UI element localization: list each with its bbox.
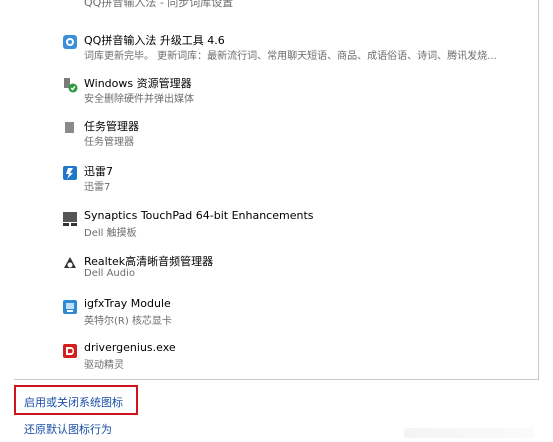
- item-subtitle: Dell Audio: [84, 268, 136, 279]
- item-subtitle: 英特尔(R) 核芯显卡: [84, 316, 172, 327]
- item-title: drivergenius.exe: [84, 341, 176, 354]
- item-title: QQ拼音输入法 升级工具 4.6: [84, 34, 225, 47]
- item-title: igfxTray Module: [84, 297, 171, 310]
- item-subtitle: 词库更新完毕。 更新词库：最新流行词、常用聊天短语、商品、成语俗语、诗词、腾讯发…: [84, 51, 497, 62]
- realtek-audio-icon: [62, 255, 78, 271]
- item-title: 迅雷7: [84, 165, 113, 178]
- intel-graphics-icon: [62, 299, 78, 315]
- task-manager-icon: [62, 120, 78, 136]
- item-title: 任务管理器: [84, 120, 139, 133]
- item-subtitle: 迅雷7: [84, 182, 111, 193]
- list-item[interactable]: Synaptics TouchPad 64-bit Enhancements D…: [14, 209, 538, 249]
- list-item[interactable]: 任务管理器 任务管理器: [14, 118, 538, 158]
- driver-genius-icon: [62, 343, 78, 359]
- item-subtitle: 安全删除硬件并弹出媒体: [84, 94, 194, 105]
- touchpad-icon: [62, 211, 78, 227]
- list-item[interactable]: QQ拼音输入法 升级工具 4.6 词库更新完毕。 更新词库：最新流行词、常用聊天…: [14, 32, 538, 72]
- xunlei-icon: [62, 165, 78, 181]
- restore-default-icon-behavior-link[interactable]: 还原默认图标行为: [24, 421, 112, 437]
- notification-icons-list: QQ拼音输入法 - 同步词库设置 QQ拼音输入法 升级工具 4.6 词库更新完毕…: [14, 0, 539, 380]
- list-item[interactable]: drivergenius.exe 驱动精灵: [14, 341, 538, 379]
- list-item[interactable]: 迅雷7 迅雷7: [14, 163, 538, 203]
- item-subtitle: 任务管理器: [84, 137, 134, 148]
- qq-pinyin-icon: [62, 34, 78, 50]
- list-item[interactable]: Windows 资源管理器 安全删除硬件并弹出媒体: [14, 75, 538, 115]
- list-item[interactable]: Realtek高清晰音频管理器 Dell Audio: [14, 253, 538, 293]
- toggle-system-icons-link[interactable]: 启用或关闭系统图标: [24, 394, 123, 410]
- item-title: Windows 资源管理器: [84, 77, 192, 90]
- list-item[interactable]: igfxTray Module 英特尔(R) 核芯显卡: [14, 297, 538, 337]
- item-title: Realtek高清晰音频管理器: [84, 255, 214, 268]
- safely-remove-hardware-icon: [62, 77, 78, 93]
- item-subtitle: Dell 触摸板: [84, 228, 137, 239]
- item-title: Synaptics TouchPad 64-bit Enhancements: [84, 209, 314, 222]
- watermark: [404, 428, 534, 438]
- item-subtitle: 驱动精灵: [84, 360, 124, 371]
- partial-item-subtitle: QQ拼音输入法 - 同步词库设置: [84, 0, 234, 9]
